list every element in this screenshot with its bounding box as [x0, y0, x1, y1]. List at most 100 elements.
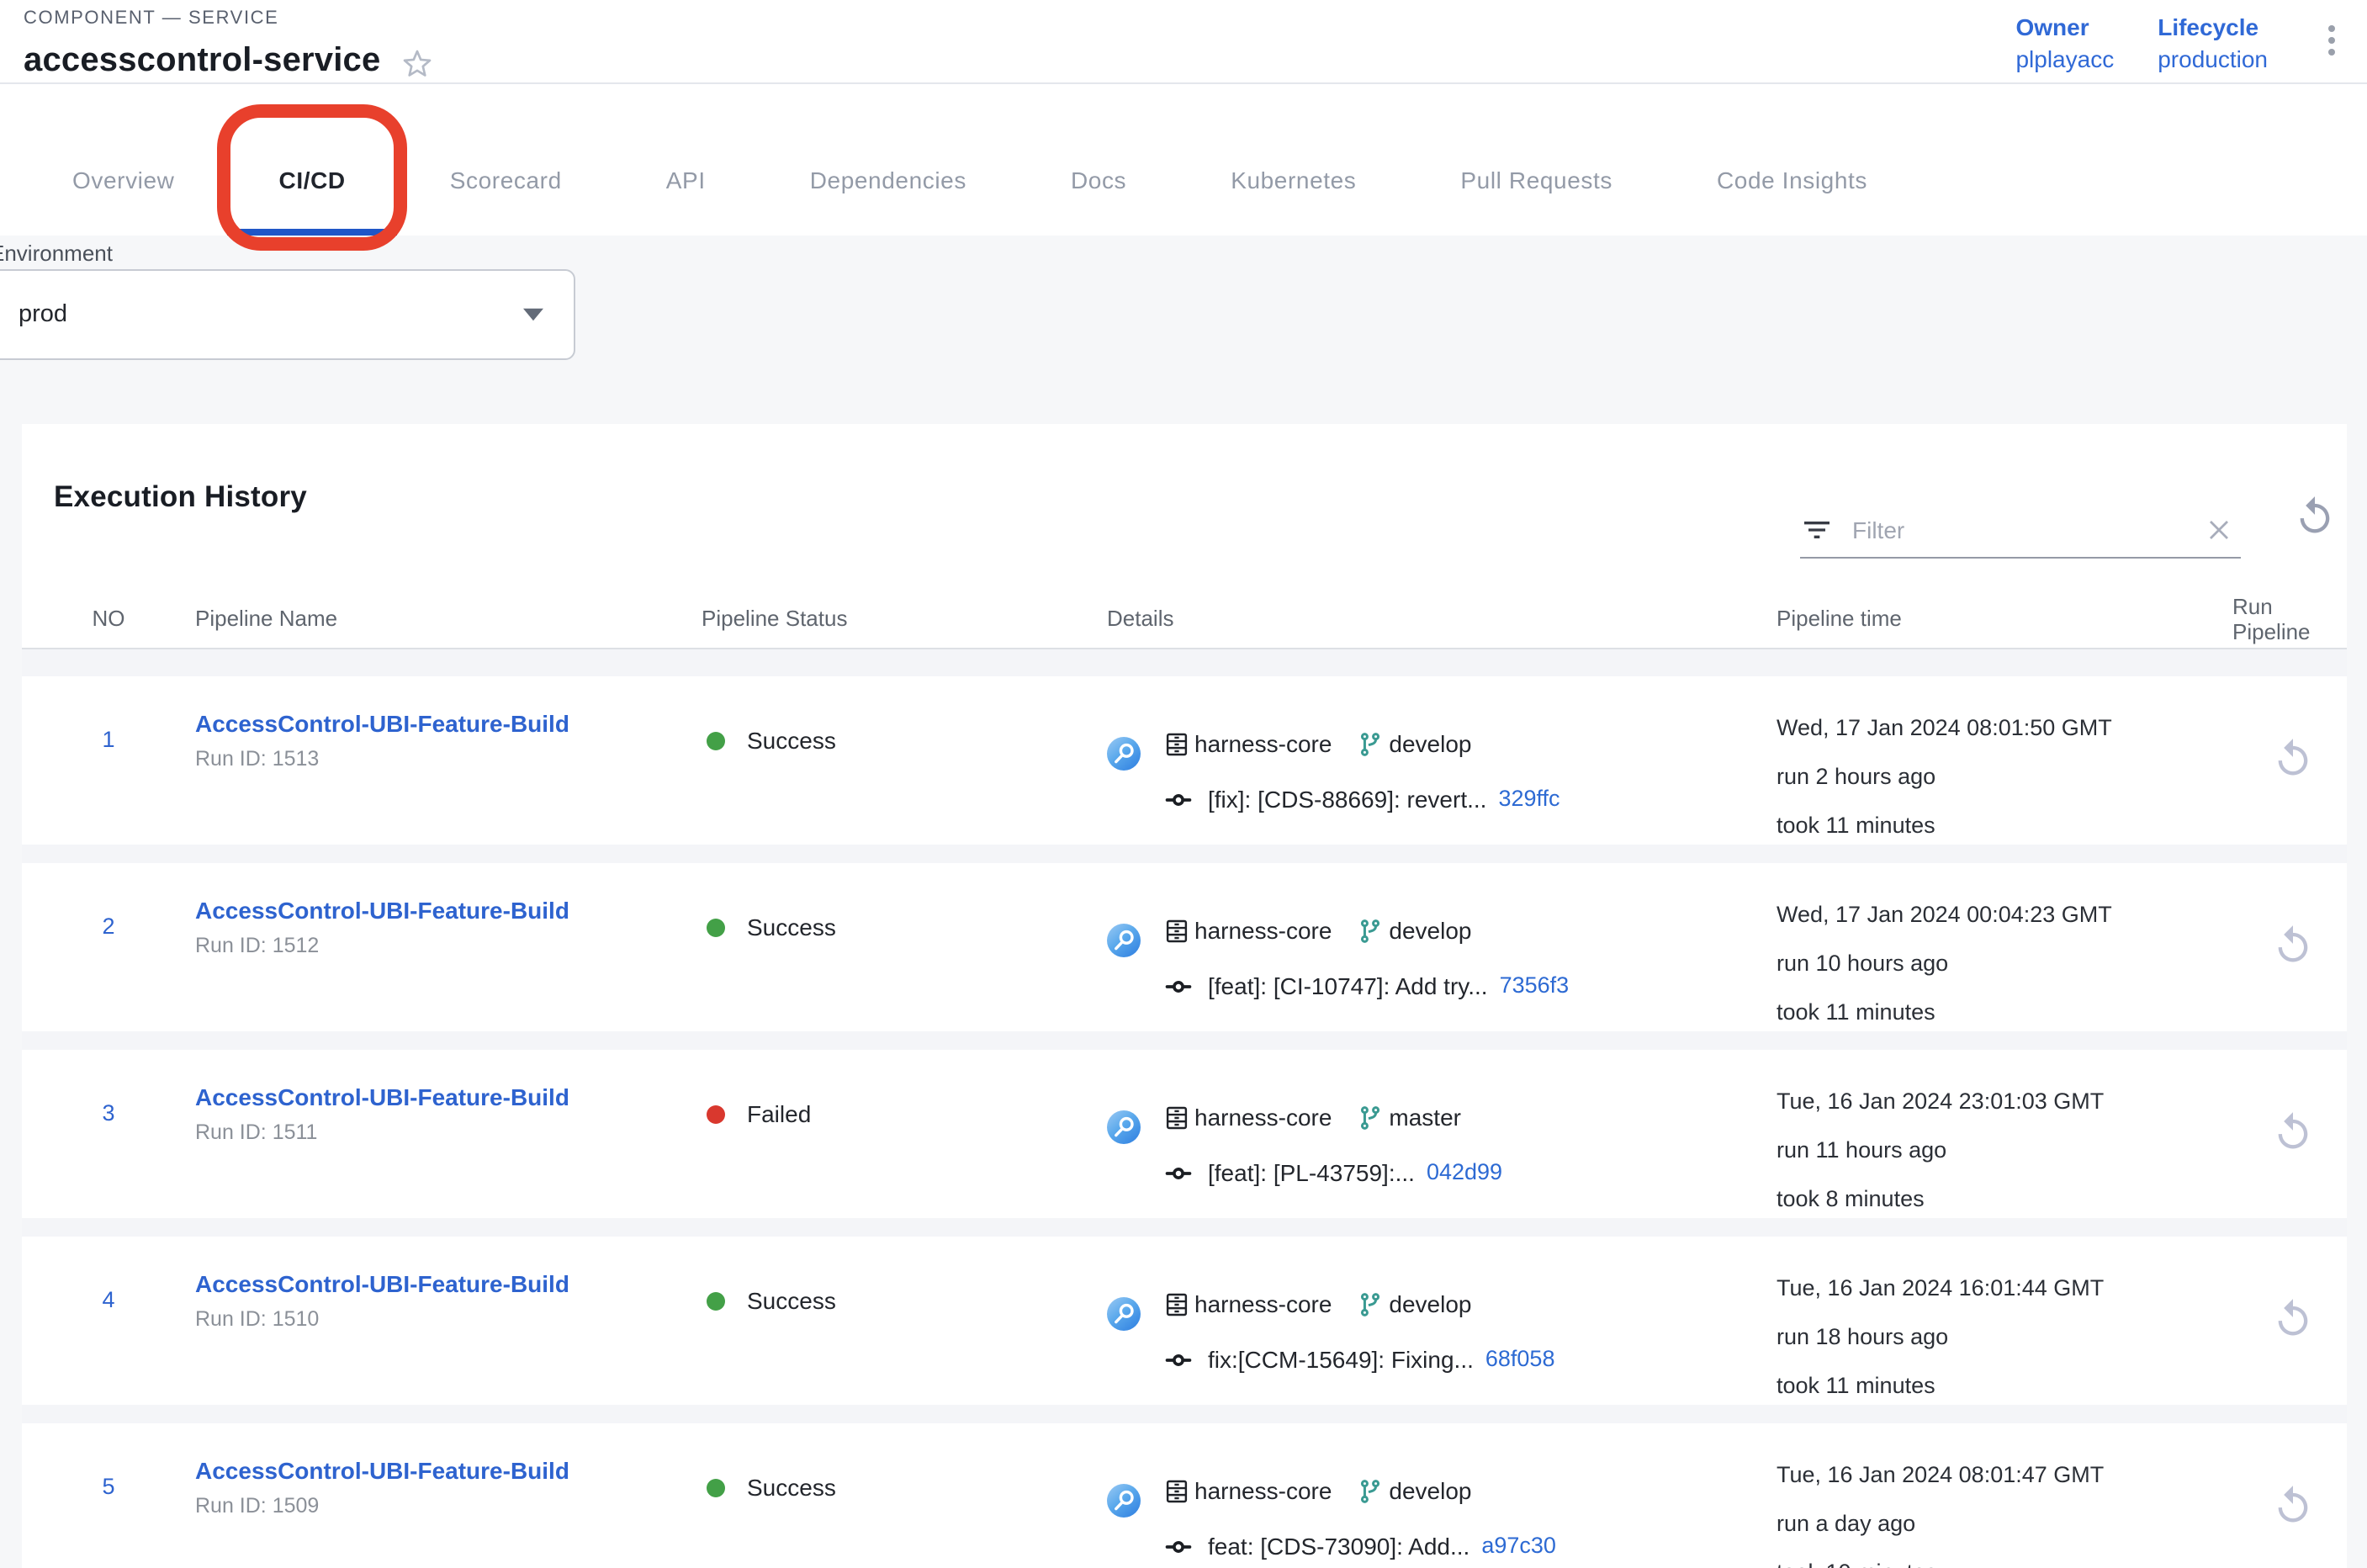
column-header: Pipeline Name	[195, 606, 702, 631]
lifecycle-label: Lifecycle	[2158, 12, 2268, 42]
clear-filter-icon[interactable]	[2204, 514, 2234, 544]
filter-input[interactable]	[1852, 516, 2204, 543]
run-pipeline-button[interactable]	[2271, 1484, 2315, 1528]
run-ago: run 11 hours ago	[1777, 1126, 2232, 1174]
pipeline-timestamp: Tue, 16 Jan 2024 16:01:44 GMT	[1777, 1263, 2232, 1312]
tab-ci-cd[interactable]: CI/CD	[227, 124, 398, 236]
tab-code-insights[interactable]: Code Insights	[1665, 124, 1920, 236]
refresh-icon[interactable]	[2293, 495, 2337, 538]
run-pipeline-button[interactable]	[2271, 1110, 2315, 1154]
app-window: COMPONENT — SERVICE accesscontrol-servic…	[0, 0, 2367, 1568]
cicd-content: Environment prod Execution History	[0, 236, 2367, 1568]
repository-icon	[1164, 731, 1189, 756]
pipeline-timestamp: Tue, 16 Jan 2024 08:01:47 GMT	[1777, 1450, 2232, 1499]
branch-name: master	[1389, 1100, 1461, 1134]
ci-module-icon	[1107, 1110, 1141, 1144]
pipeline-name-link[interactable]: AccessControl-UBI-Feature-Build	[195, 1080, 702, 1114]
environment-label: Environment	[0, 241, 113, 266]
tab-overview[interactable]: Overview	[20, 124, 227, 236]
tab-kubernetes[interactable]: Kubernetes	[1178, 124, 1408, 236]
column-header: Run Pipeline	[2232, 593, 2347, 644]
table-header-row: NOPipeline NamePipeline StatusDetailsPip…	[22, 589, 2347, 649]
repository-icon	[1164, 1478, 1189, 1503]
owner-meta: Owner plplayacc	[2015, 12, 2114, 74]
commit-message: [fix]: [CDS-88669]: revert...	[1208, 782, 1486, 816]
commit-sha-link[interactable]: a97c30	[1481, 1529, 1556, 1563]
commit-sha-link[interactable]: 68f058	[1485, 1343, 1555, 1376]
repository-icon	[1164, 1291, 1189, 1316]
duration: took 11 minutes	[1777, 801, 2232, 850]
run-pipeline-button[interactable]	[2271, 924, 2315, 967]
status-label: Success	[747, 1287, 836, 1314]
branch-name: develop	[1389, 727, 1471, 760]
pipeline-name-link[interactable]: AccessControl-UBI-Feature-Build	[195, 1267, 702, 1300]
owner-link[interactable]: plplayacc	[2015, 44, 2114, 74]
git-branch-icon	[1357, 918, 1382, 943]
run-id: Run ID: 1512	[195, 932, 702, 959]
run-pipeline-button[interactable]	[2271, 737, 2315, 781]
run-ago: run a day ago	[1777, 1499, 2232, 1548]
table-row: 5 AccessControl-UBI-Feature-Build Run ID…	[22, 1423, 2347, 1568]
environment-select[interactable]: prod	[0, 269, 575, 360]
git-commit-icon	[1164, 1345, 1193, 1374]
commit-sha-link[interactable]: 329ffc	[1498, 782, 1559, 816]
duration: took 8 minutes	[1777, 1174, 2232, 1223]
run-id: Run ID: 1511	[195, 1119, 702, 1146]
column-header: Details	[1107, 606, 1777, 631]
environment-selected-value: prod	[19, 301, 67, 328]
git-commit-icon	[1164, 785, 1193, 813]
owner-label: Owner	[2015, 12, 2114, 42]
pipeline-name-link[interactable]: AccessControl-UBI-Feature-Build	[195, 1454, 702, 1487]
tab-label: Dependencies	[810, 167, 966, 193]
repository-icon	[1164, 918, 1189, 943]
tab-label: Code Insights	[1717, 167, 1867, 193]
status-dot	[707, 1104, 725, 1123]
run-pipeline-button[interactable]	[2271, 1297, 2315, 1341]
column-header: NO	[22, 606, 195, 631]
column-header: Pipeline Status	[702, 606, 1107, 631]
repository-name: harness-core	[1194, 1474, 1332, 1507]
status-dot	[707, 1291, 725, 1310]
tab-scorecard[interactable]: Scorecard	[398, 124, 614, 236]
pipeline-name-link[interactable]: AccessControl-UBI-Feature-Build	[195, 893, 702, 927]
git-commit-icon	[1164, 1532, 1193, 1560]
pipeline-timestamp: Tue, 16 Jan 2024 23:01:03 GMT	[1777, 1077, 2232, 1126]
ci-module-icon	[1107, 737, 1141, 771]
branch-name: develop	[1389, 914, 1471, 947]
commit-sha-link[interactable]: 042d99	[1427, 1156, 1502, 1189]
pipeline-timestamp: Wed, 17 Jan 2024 08:01:50 GMT	[1777, 703, 2232, 752]
table-row: 1 AccessControl-UBI-Feature-Build Run ID…	[22, 676, 2347, 845]
row-number: 1	[102, 727, 114, 752]
tab-label: API	[666, 167, 706, 193]
row-number: 2	[102, 914, 114, 939]
git-branch-icon	[1357, 731, 1382, 756]
git-branch-icon	[1357, 1478, 1382, 1503]
pipeline-name-link[interactable]: AccessControl-UBI-Feature-Build	[195, 707, 702, 740]
pipeline-timestamp: Wed, 17 Jan 2024 00:04:23 GMT	[1777, 890, 2232, 939]
repository-name: harness-core	[1194, 727, 1332, 760]
tab-label: Pull Requests	[1460, 167, 1612, 193]
commit-sha-link[interactable]: 7356f3	[1500, 969, 1570, 1003]
status-label: Success	[747, 1474, 836, 1501]
favorite-star-icon[interactable]	[402, 48, 432, 78]
tab-dependencies[interactable]: Dependencies	[758, 124, 1019, 236]
git-branch-icon	[1357, 1291, 1382, 1316]
table-row: 3 AccessControl-UBI-Feature-Build Run ID…	[22, 1050, 2347, 1218]
kebab-menu-icon[interactable]	[2325, 22, 2338, 59]
chevron-down-icon	[523, 308, 543, 321]
tab-api[interactable]: API	[614, 124, 758, 236]
run-id: Run ID: 1510	[195, 1306, 702, 1332]
repository-name: harness-core	[1194, 1287, 1332, 1321]
table-row: 2 AccessControl-UBI-Feature-Build Run ID…	[22, 863, 2347, 1031]
tab-pull-requests[interactable]: Pull Requests	[1408, 124, 1665, 236]
execution-history-card: Execution History NOPipeline NamePipelin…	[22, 424, 2347, 1568]
column-header: Pipeline time	[1777, 606, 2232, 631]
commit-message: [feat]: [CI-10747]: Add try...	[1208, 969, 1488, 1003]
tab-docs[interactable]: Docs	[1019, 124, 1178, 236]
git-commit-icon	[1164, 972, 1193, 1000]
row-number: 4	[102, 1287, 114, 1312]
entity-meta: Owner plplayacc Lifecycle production	[2015, 12, 2338, 74]
row-number: 5	[102, 1474, 114, 1499]
duration: took 11 minutes	[1777, 988, 2232, 1036]
repository-icon	[1164, 1104, 1189, 1130]
